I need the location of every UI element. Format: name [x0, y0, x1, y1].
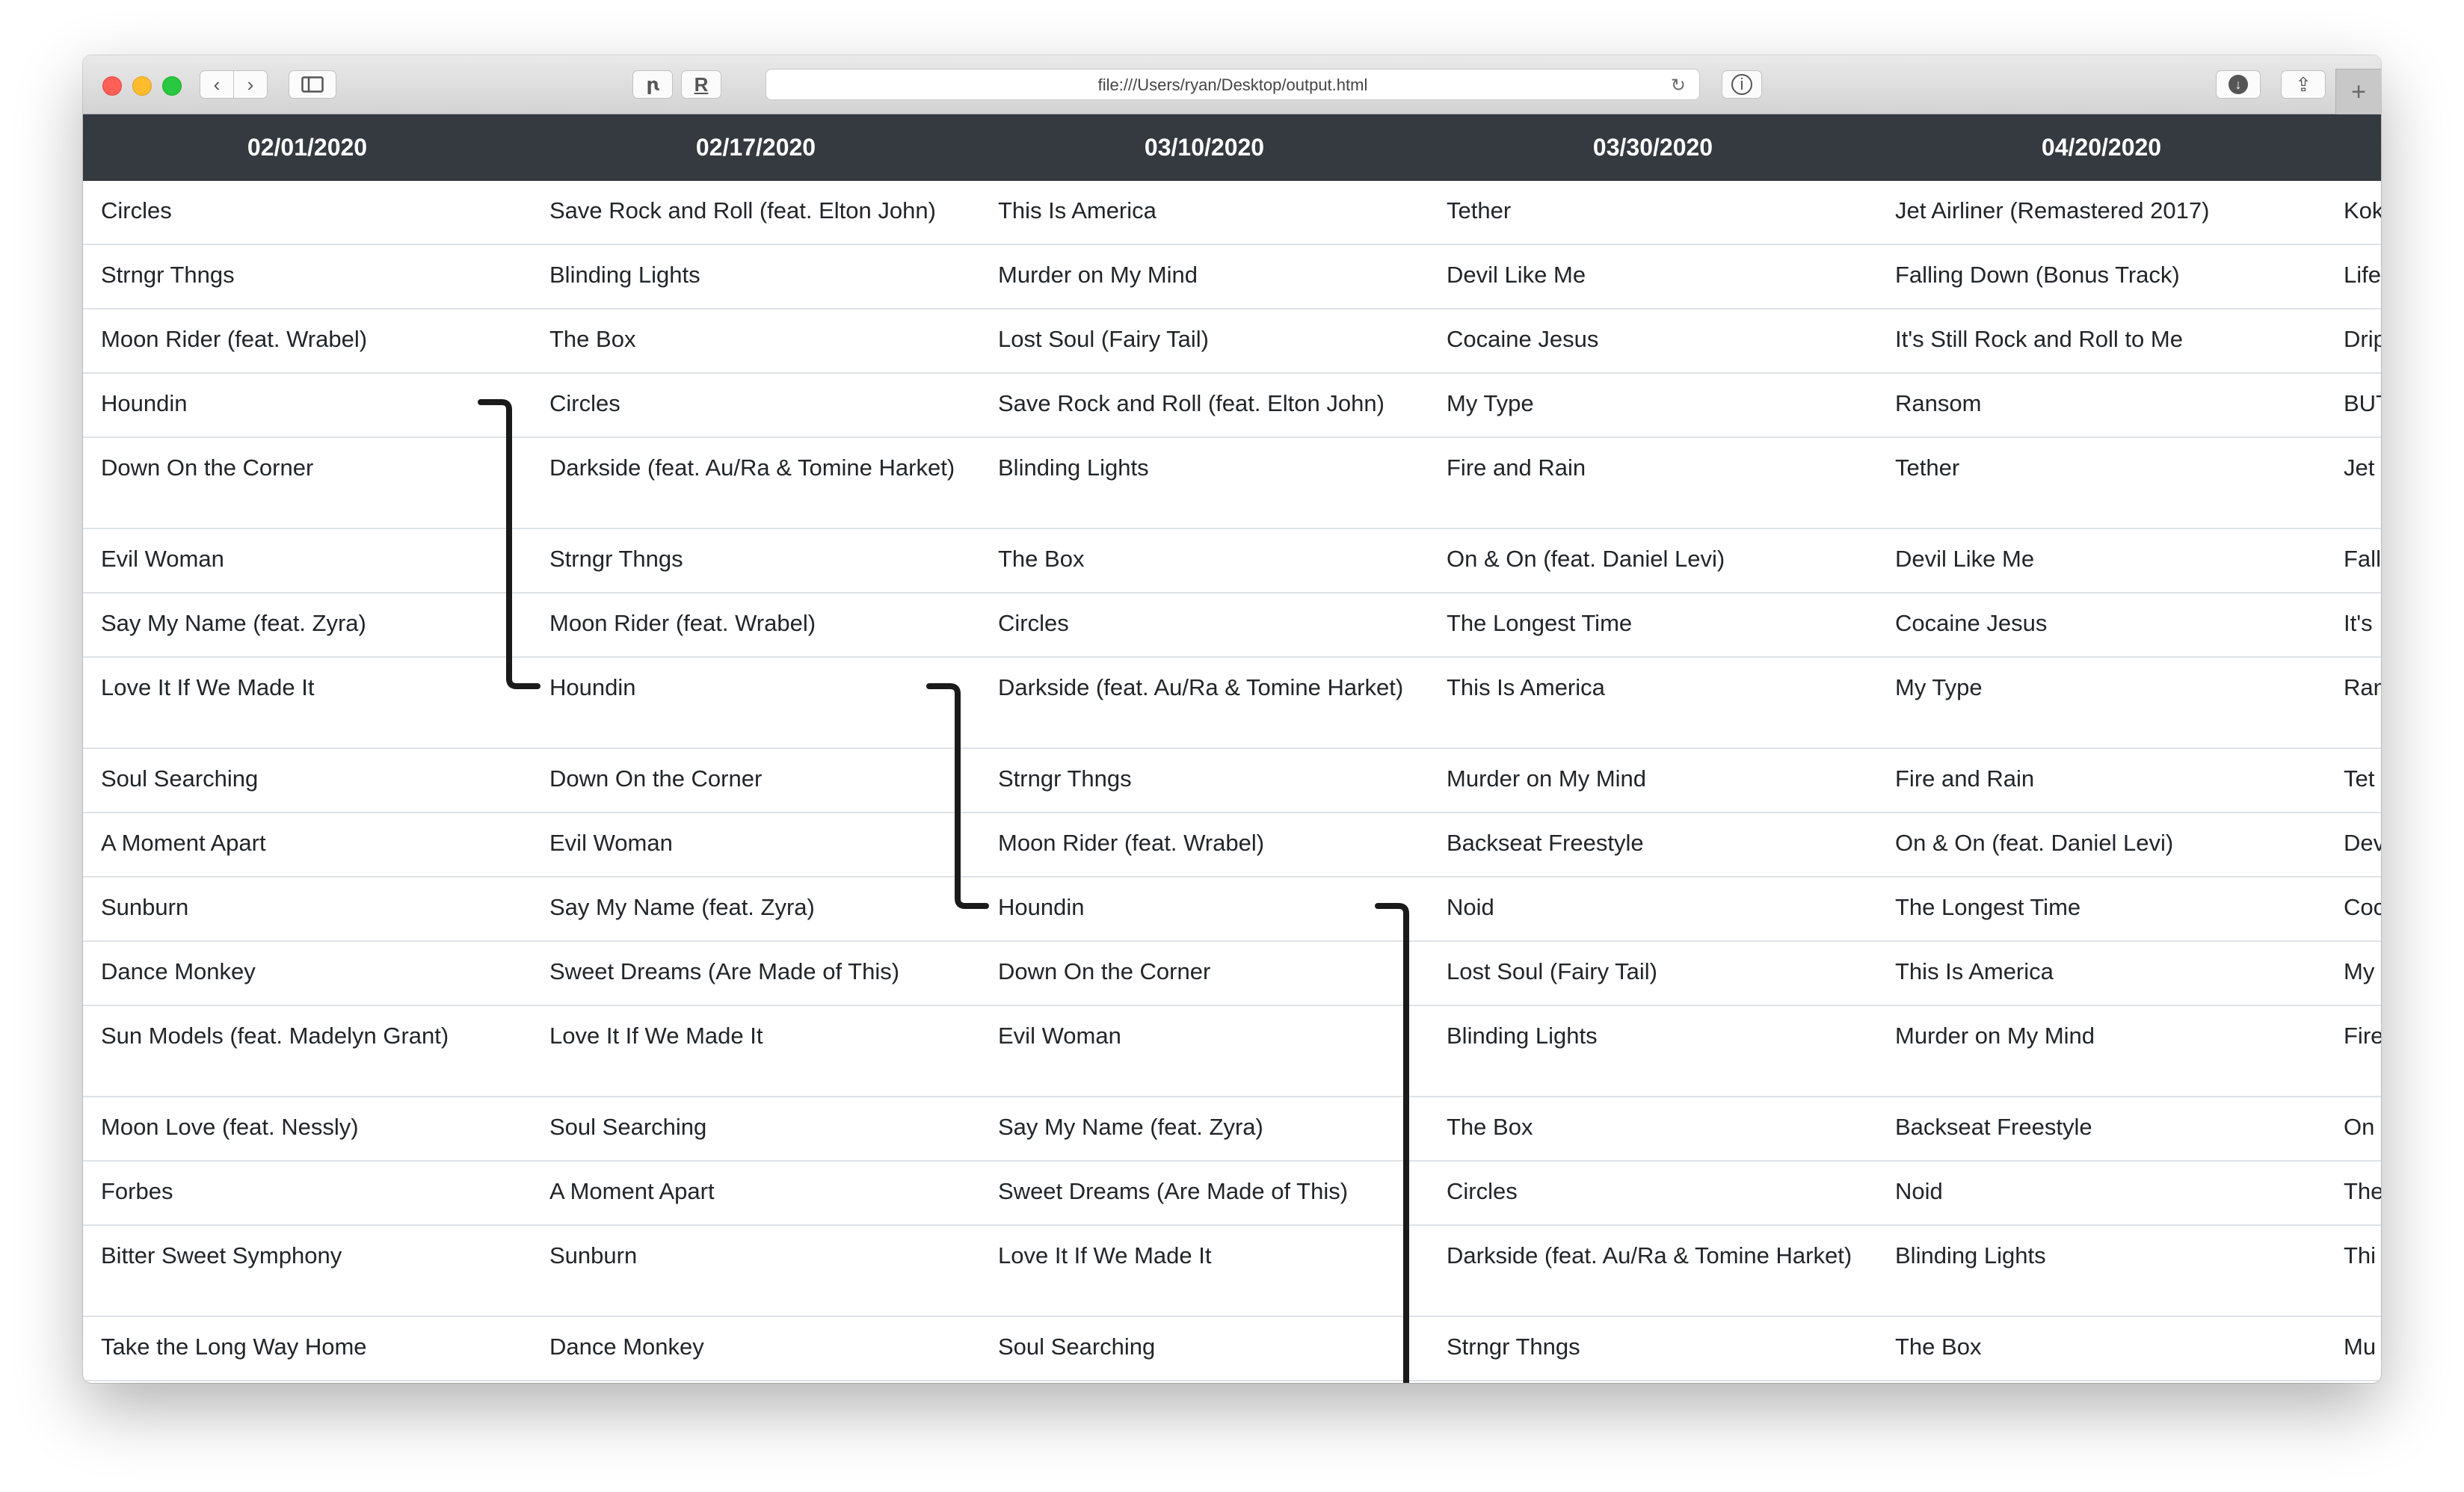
browser-window: ‹ › ꞃ R file:///Users/ryan/Desktop/outpu… — [83, 55, 2381, 1383]
reload-icon[interactable]: ↻ — [1671, 75, 1686, 96]
info-icon: i — [1731, 74, 1752, 95]
forward-icon: › — [247, 73, 254, 96]
address-bar[interactable]: file:///Users/ryan/Desktop/output.html ↻ — [766, 69, 1700, 100]
connector-line-houndin-0 — [478, 399, 540, 689]
connector-line-houndin-1 — [926, 683, 989, 909]
url-text: file:///Users/ryan/Desktop/output.html — [1097, 75, 1368, 94]
sidebar-button[interactable] — [289, 70, 336, 99]
connector-line-houndin-2 — [1375, 903, 1409, 1383]
page-content: 02/01/2020 02/17/2020 03/10/2020 03/30/2020… — [83, 114, 2381, 1383]
download-icon: ↓ — [2229, 75, 2248, 94]
new-tab-button[interactable]: + — [2335, 69, 2381, 114]
reader-icon: R — [694, 73, 709, 96]
minimize-window-button[interactable] — [132, 76, 152, 96]
extension-button[interactable]: ꞃ — [632, 70, 673, 99]
new-tab-icon: + — [2351, 77, 2366, 106]
download-button[interactable]: ↓ — [2216, 70, 2261, 99]
extension-icon: ꞃ — [646, 74, 659, 95]
back-icon: ‹ — [213, 73, 221, 96]
info-button[interactable]: i — [1722, 70, 1762, 99]
back-button[interactable]: ‹ — [200, 70, 234, 99]
share-icon: ⇪ — [2295, 73, 2311, 96]
zoom-window-button[interactable] — [162, 76, 182, 96]
close-window-button[interactable] — [102, 76, 122, 96]
sidebar-icon — [301, 76, 324, 93]
reader-button[interactable]: R — [681, 70, 721, 99]
share-button[interactable]: ⇪ — [2281, 70, 2326, 99]
forward-button[interactable]: › — [233, 70, 268, 99]
song-connectors — [478, 399, 1409, 1383]
title-bar: ‹ › ꞃ R file:///Users/ryan/Desktop/outpu… — [83, 55, 2381, 114]
